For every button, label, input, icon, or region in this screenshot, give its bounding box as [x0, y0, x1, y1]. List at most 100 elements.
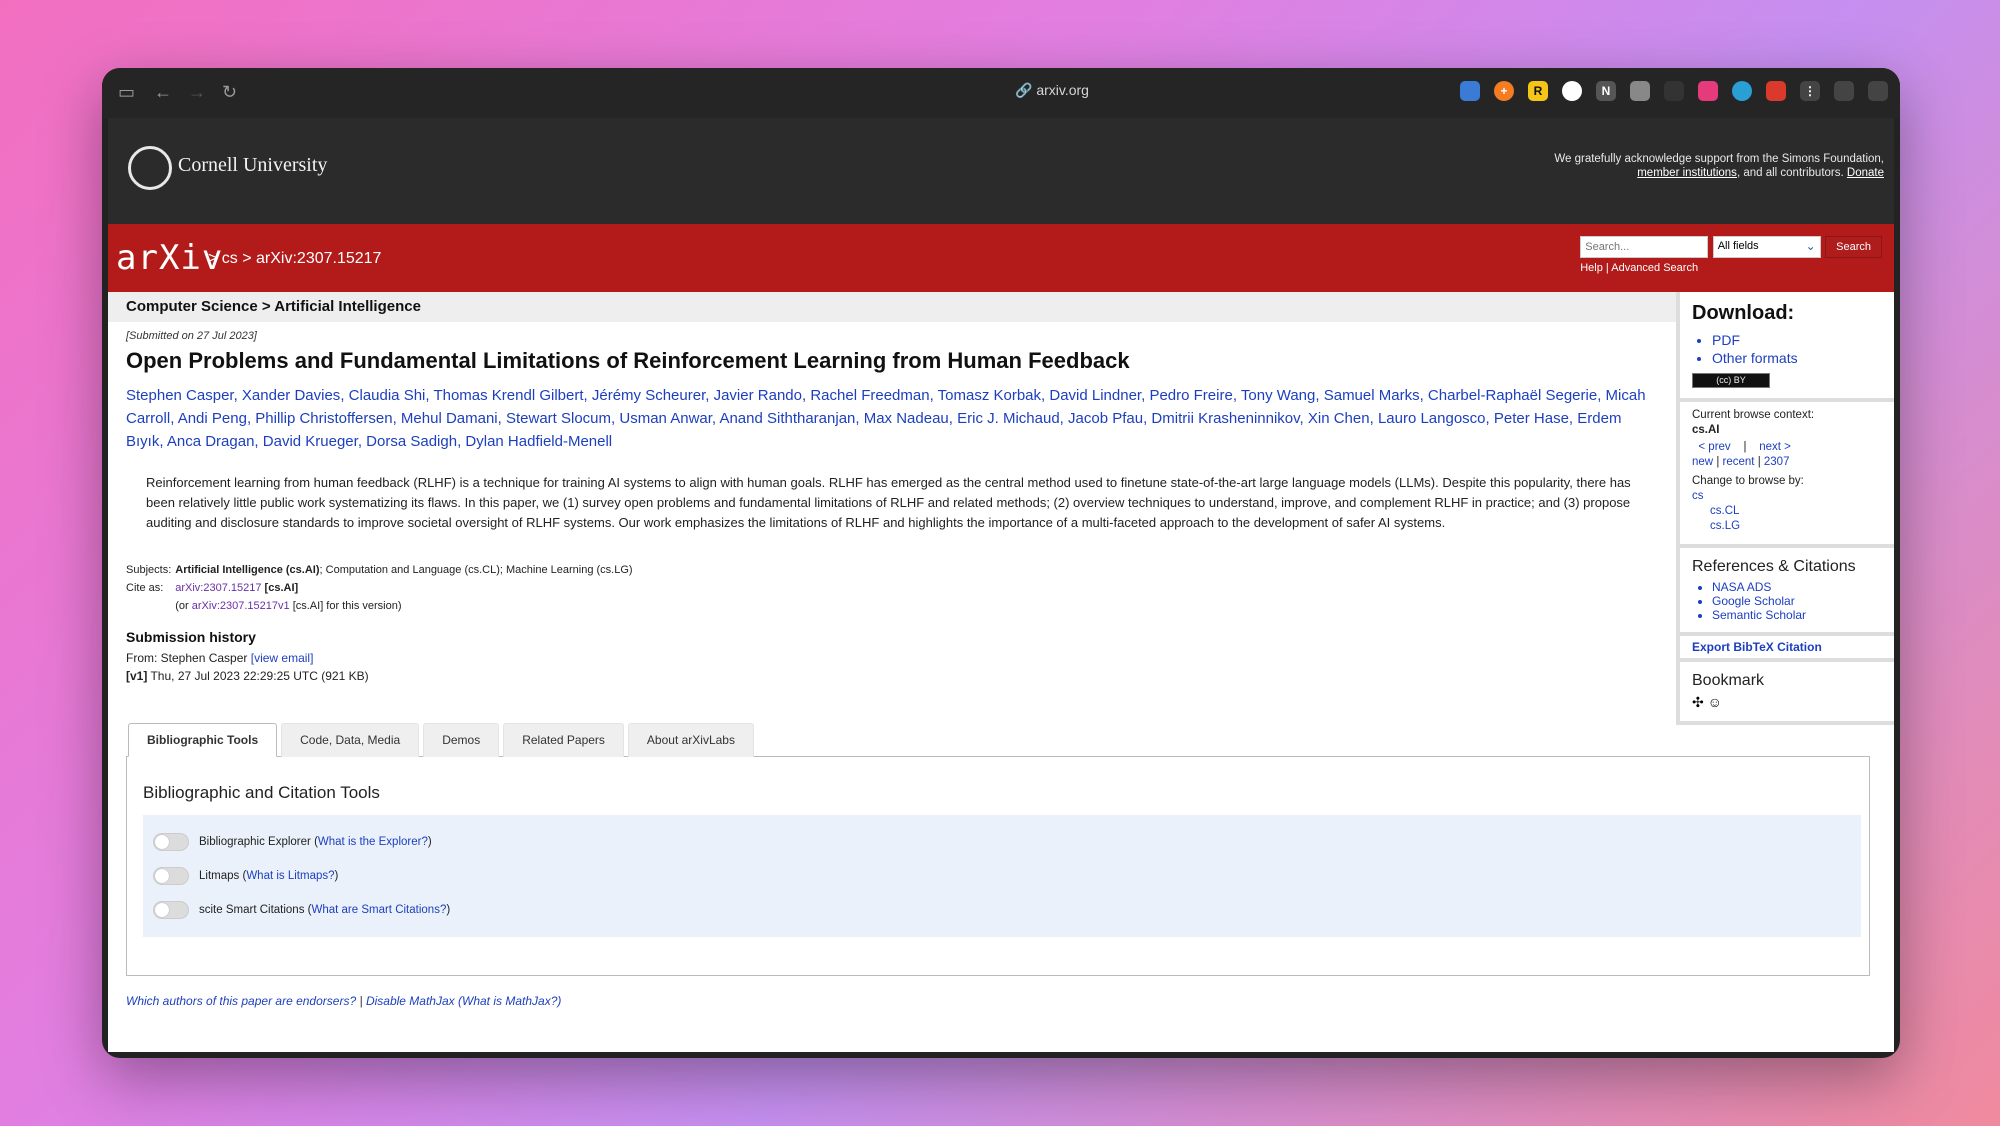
extension-reader-icon[interactable] [1834, 81, 1854, 101]
author-link[interactable]: David Lindner [1049, 387, 1141, 404]
search-input[interactable] [1580, 236, 1709, 258]
recent-link[interactable]: recent [1723, 456, 1755, 468]
author-link[interactable]: Eric J. Michaud [957, 410, 1060, 427]
author-link[interactable]: Javier Rando [714, 387, 802, 404]
cornell-seal-icon[interactable] [128, 146, 172, 190]
disable-mathjax-link[interactable]: Disable MathJax [366, 994, 455, 1008]
sidebar-toggle-icon[interactable]: ▭ [118, 82, 135, 103]
tool-info-link[interactable]: What is Litmaps? [246, 870, 334, 882]
primary-subject: Artificial Intelligence (cs.AI) [175, 564, 320, 576]
cite-link[interactable]: arXiv:2307.15217 [175, 582, 261, 594]
author-link[interactable]: Dmitrii Krasheninnikov [1151, 410, 1299, 427]
author-link[interactable]: Mehul Damani [401, 410, 498, 427]
author-link[interactable]: Lauro Langosco [1378, 410, 1486, 427]
author-link[interactable]: Usman Anwar [619, 410, 712, 427]
cite-label: Cite as: [126, 582, 164, 594]
browse-cs-lg-link[interactable]: cs.LG [1710, 520, 1740, 532]
reddit-icon[interactable]: ☺ [1708, 694, 1722, 710]
author-link[interactable]: Xin Chen [1308, 410, 1370, 427]
search-field-select[interactable]: All fields ⌄ [1712, 236, 1821, 258]
separator: | [1605, 262, 1609, 274]
tab-demos[interactable]: Demos [423, 723, 500, 757]
tab-about-arxivlabs[interactable]: About arXivLabs [627, 723, 754, 757]
next-link[interactable]: next > [1759, 441, 1791, 453]
extension-chart-icon[interactable] [1664, 81, 1684, 101]
back-icon[interactable]: ← [154, 82, 172, 103]
extension-plus-icon[interactable]: + [1494, 81, 1514, 101]
extension-notion-icon[interactable]: N [1596, 81, 1616, 101]
extension-color-icon[interactable] [1562, 81, 1582, 101]
extension-r-icon[interactable]: R [1528, 81, 1548, 101]
acknowledgement: We gratefully acknowledge support from t… [1554, 152, 1884, 180]
author-link[interactable]: Anca Dragan [167, 433, 255, 450]
tool-row: scite Smart Citations (What are Smart Ci… [153, 893, 1851, 927]
pdf-link[interactable]: PDF [1712, 331, 1886, 349]
donate-link[interactable]: Donate [1847, 167, 1884, 179]
search-button[interactable]: Search [1825, 236, 1882, 258]
tab-related-papers[interactable]: Related Papers [503, 723, 624, 757]
bibsonomy-icon[interactable]: ✣ [1692, 694, 1704, 710]
tool-info-link[interactable]: What is the Explorer? [318, 836, 428, 848]
tab-bibliographic-tools[interactable]: Bibliographic Tools [128, 723, 278, 757]
author-link[interactable]: Anand Siththaranjan [719, 410, 855, 427]
toggle-switch[interactable] [153, 867, 189, 885]
author-link[interactable]: Charbel-Raphaël Segerie [1428, 387, 1597, 404]
author-link[interactable]: Andi Peng [178, 410, 247, 427]
author-link[interactable]: Phillip Christoffersen [255, 410, 392, 427]
author-link[interactable]: Tony Wang [1241, 387, 1315, 404]
extension-grid-icon[interactable]: ⋮ [1800, 81, 1820, 101]
view-email-link[interactable]: [view email] [251, 651, 314, 665]
cornell-name[interactable]: Cornell University [178, 154, 327, 177]
export-bibtex-link[interactable]: Export BibTeX Citation [1692, 640, 1886, 654]
toggle-switch[interactable] [153, 833, 189, 851]
author-link[interactable]: Jérémy Scheurer [592, 387, 705, 404]
help-link[interactable]: Help [1580, 262, 1603, 274]
author-link[interactable]: Thomas Krendl Gilbert [433, 387, 583, 404]
author-link[interactable]: Claudia Shi [349, 387, 426, 404]
semantic-scholar-link[interactable]: Semantic Scholar [1712, 608, 1886, 622]
tab-code-data-media[interactable]: Code, Data, Media [281, 723, 420, 757]
cc-license-badge[interactable]: (cc) BY [1692, 373, 1770, 388]
author-link[interactable]: David Krueger [263, 433, 358, 450]
author-link[interactable]: Samuel Marks [1324, 387, 1420, 404]
tool-label: Litmaps [199, 870, 240, 882]
author-link[interactable]: Pedro Freire [1149, 387, 1232, 404]
extension-globe-icon[interactable] [1460, 81, 1480, 101]
author-link[interactable]: Rachel Freedman [810, 387, 929, 404]
new-link[interactable]: new [1692, 456, 1713, 468]
author-link[interactable]: Stewart Slocum [506, 410, 611, 427]
author-link[interactable]: Max Nadeau [864, 410, 949, 427]
what-mathjax-link[interactable]: (What is MathJax?) [458, 994, 561, 1008]
browse-cs-cl-link[interactable]: cs.CL [1710, 505, 1739, 517]
breadcrumb[interactable]: > cs > arXiv:2307.15217 [208, 250, 381, 268]
tool-row: Bibliographic Explorer (What is the Expl… [153, 825, 1851, 859]
address-bar[interactable]: 🔗 arxiv.org [952, 82, 1152, 99]
author-link[interactable]: Stephen Casper [126, 387, 234, 404]
extension-red-icon[interactable] [1766, 81, 1786, 101]
other-formats-link[interactable]: Other formats [1712, 349, 1886, 367]
reload-icon[interactable]: ↻ [222, 82, 237, 103]
prev-link[interactable]: < prev [1698, 441, 1730, 453]
advanced-search-link[interactable]: Advanced Search [1611, 262, 1698, 274]
author-link[interactable]: Dylan Hadfield-Menell [465, 433, 612, 450]
extension-book-icon[interactable] [1630, 81, 1650, 101]
endorsers-link[interactable]: Which authors of this paper are endorser… [126, 994, 356, 1008]
author-link[interactable]: Tomasz Korbak [938, 387, 1041, 404]
extension-pink-icon[interactable] [1698, 81, 1718, 101]
extension-chat-icon[interactable] [1732, 81, 1752, 101]
author-link[interactable]: Jacob Pfau [1068, 410, 1143, 427]
author-link[interactable]: Xander Davies [242, 387, 340, 404]
nasa-ads-link[interactable]: NASA ADS [1712, 580, 1886, 594]
author-link[interactable]: Peter Hase [1494, 410, 1569, 427]
author-link[interactable]: Dorsa Sadigh [366, 433, 457, 450]
year-link[interactable]: 2307 [1764, 456, 1790, 468]
toggle-switch[interactable] [153, 901, 189, 919]
submission-history-title: Submission history [126, 629, 256, 645]
forward-icon[interactable]: → [188, 82, 206, 103]
member-institutions-link[interactable]: member institutions [1637, 167, 1737, 179]
cite-version-link[interactable]: arXiv:2307.15217v1 [192, 600, 290, 612]
browse-cs-link[interactable]: cs [1692, 490, 1704, 502]
sidebar-right-icon[interactable] [1868, 81, 1888, 101]
tool-info-link[interactable]: What are Smart Citations? [311, 904, 446, 916]
google-scholar-link[interactable]: Google Scholar [1712, 594, 1886, 608]
